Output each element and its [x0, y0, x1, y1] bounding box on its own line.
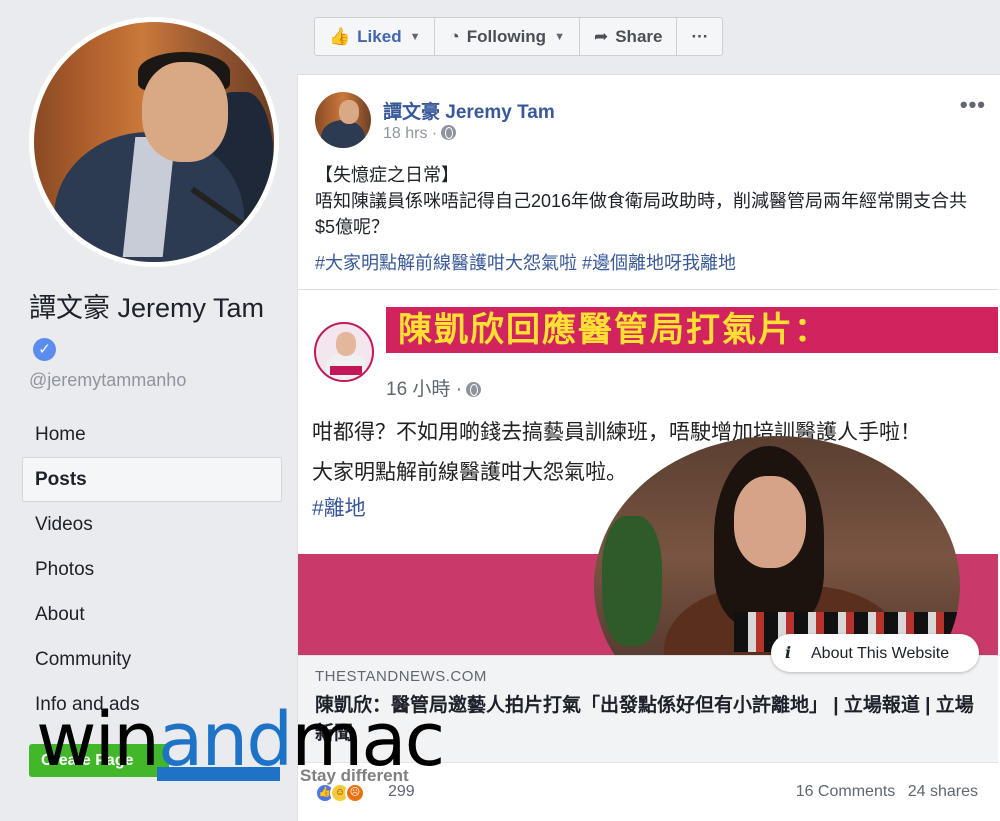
- globe-icon: [466, 382, 482, 397]
- chevron-down-icon: ▼: [554, 30, 565, 43]
- post-author-name[interactable]: 譚文豪 Jeremy Tam: [383, 97, 555, 124]
- engagement-counts: 16 Comments 24 shares: [788, 783, 978, 801]
- image-timestamp: 16 小時: [386, 379, 451, 400]
- shares-count[interactable]: 24 shares: [908, 783, 978, 800]
- about-this-website-button[interactable]: i About This Website: [771, 634, 979, 672]
- image-banner: 陳凱欣回應醫管局打氣片：: [386, 307, 998, 353]
- chevron-down-icon: ▼: [409, 30, 421, 43]
- page-action-bar: 👍 Liked ▼ ◔ Following ▼ ➦ Share ···: [314, 17, 724, 56]
- verified-badge-icon: ✓: [33, 338, 56, 361]
- share-button[interactable]: ➦ Share: [578, 17, 678, 56]
- image-hashtag: #離地: [312, 497, 366, 520]
- link-domain: THESTANDNEWS.COM: [315, 668, 487, 685]
- thumbs-up-icon: 👍: [329, 26, 351, 46]
- page-name-text: 譚文豪 Jeremy Tam: [29, 293, 265, 323]
- post-timestamp[interactable]: 18 hrs: [383, 125, 427, 142]
- page-handle: @jeremytammanho: [29, 370, 187, 390]
- profile-photo: [34, 22, 274, 262]
- image-meta: 16 小時 ·: [386, 374, 482, 401]
- page-nav: Home Posts Videos Photos About Community…: [22, 412, 282, 727]
- nav-item-posts[interactable]: Posts: [22, 457, 282, 502]
- info-icon: i: [785, 643, 792, 662]
- profile-picture[interactable]: [29, 17, 279, 267]
- share-arrow-icon: ➦: [593, 26, 609, 46]
- reaction-icons[interactable]: 👍 ☺ ☹: [315, 783, 365, 805]
- more-options-button[interactable]: ···: [676, 17, 724, 56]
- more-dots-icon: ···: [691, 26, 709, 46]
- comments-count[interactable]: 16 Comments: [796, 783, 896, 800]
- nav-item-about[interactable]: About: [22, 592, 282, 637]
- globe-icon: [441, 125, 457, 140]
- liked-label: Liked: [357, 26, 402, 46]
- angry-reaction-icon: ☹: [345, 783, 365, 803]
- following-button[interactable]: ◔ Following ▼: [434, 17, 580, 56]
- shared-image[interactable]: 陳凱欣回應醫管局打氣片： 16 小時 · 咁都得？不如用啲錢去搞藝員訓練班，唔駛…: [298, 289, 998, 655]
- post-meta: 18 hrs ·: [383, 125, 457, 143]
- post-text-line: 【失憶症之日常】: [315, 165, 459, 185]
- image-avatar: [314, 322, 374, 382]
- liked-button[interactable]: 👍 Liked ▼: [314, 17, 436, 56]
- page-title[interactable]: 譚文豪 Jeremy Tam ✓: [29, 289, 289, 367]
- nav-item-videos[interactable]: Videos: [22, 502, 282, 547]
- post-author-avatar[interactable]: [315, 92, 371, 148]
- nav-item-photos[interactable]: Photos: [22, 547, 282, 592]
- watermark-tagline: Stay different: [300, 766, 409, 785]
- about-site-label: About This Website: [811, 645, 950, 662]
- image-text-line: 咁都得？不如用啲錢去搞藝員訓練班，唔駛增加培訓醫護人手啦！: [312, 421, 921, 444]
- following-label: Following: [466, 26, 547, 46]
- nav-item-home[interactable]: Home: [22, 412, 282, 457]
- post-text-line: 唔知陳議員係咪唔記得自己2016年做食衛局政助時，削減醫管局兩年經常開支合共$5…: [315, 191, 968, 237]
- post-options-icon[interactable]: •••: [960, 92, 986, 118]
- rss-icon: ◔: [449, 26, 460, 46]
- post-hashtags[interactable]: #大家明點解前線醫護咁大怨氣啦 #邊個離地呀我離地: [315, 249, 736, 275]
- nav-item-community[interactable]: Community: [22, 637, 282, 682]
- post-body: 【失憶症之日常】 唔知陳議員係咪唔記得自己2016年做食衛局政助時，削減醫管局兩…: [315, 162, 985, 240]
- share-label: Share: [615, 26, 663, 46]
